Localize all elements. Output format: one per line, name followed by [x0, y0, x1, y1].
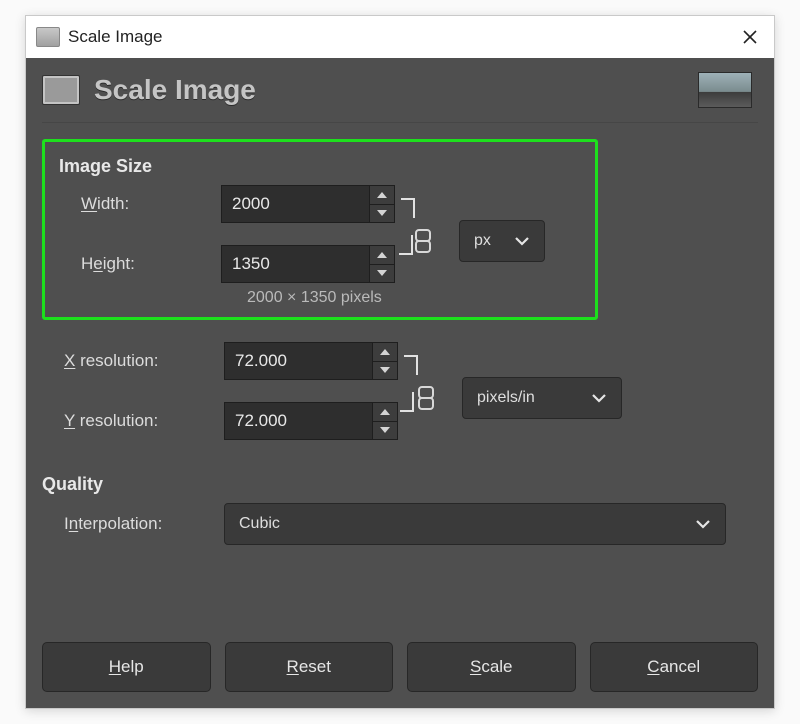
height-value[interactable]: 1350: [222, 246, 369, 282]
y-resolution-label: Y resolution:: [42, 411, 224, 431]
help-button[interactable]: Help: [42, 642, 211, 692]
cancel-button[interactable]: Cancel: [590, 642, 759, 692]
xres-decrement-button[interactable]: [373, 362, 397, 380]
scale-image-dialog: Scale Image Scale Image Image: [25, 15, 775, 709]
chevron-down-icon: [695, 519, 711, 529]
width-decrement-button[interactable]: [370, 205, 394, 223]
size-unit-dropdown[interactable]: px: [459, 220, 545, 262]
dialog-title: Scale Image: [94, 74, 256, 106]
height-label: Height:: [59, 254, 221, 274]
interpolation-label: Interpolation:: [42, 514, 224, 534]
dialog-header: Scale Image: [42, 58, 758, 123]
chain-link-icon: [414, 228, 432, 254]
width-input[interactable]: 2000: [221, 185, 395, 223]
xres-increment-button[interactable]: [373, 343, 397, 362]
width-label: Width:: [59, 194, 221, 214]
y-resolution-value[interactable]: 72.000: [225, 403, 372, 439]
dialog-actions: Help Reset Scale Cancel: [42, 628, 758, 692]
x-resolution-label: X resolution:: [42, 351, 224, 371]
yres-decrement-button[interactable]: [373, 422, 397, 440]
window-titlebar: Scale Image: [26, 16, 774, 58]
size-unit-value: px: [474, 232, 502, 250]
reset-button[interactable]: Reset: [225, 642, 394, 692]
chevron-down-icon: [514, 236, 530, 246]
height-decrement-button[interactable]: [370, 265, 394, 283]
interpolation-value: Cubic: [239, 515, 683, 533]
close-icon: [742, 29, 758, 45]
y-resolution-input[interactable]: 72.000: [224, 402, 398, 440]
scale-button[interactable]: Scale: [407, 642, 576, 692]
res-link-bracket-top: [404, 355, 418, 375]
pixel-summary: 2000 × 1350 pixels: [59, 289, 545, 307]
interpolation-dropdown[interactable]: Cubic: [224, 503, 726, 545]
link-bracket-bottom: [399, 235, 413, 255]
chain-link-icon: [417, 385, 435, 411]
scale-image-icon: [42, 75, 80, 105]
x-resolution-value[interactable]: 72.000: [225, 343, 372, 379]
x-resolution-input[interactable]: 72.000: [224, 342, 398, 380]
height-input[interactable]: 1350: [221, 245, 395, 283]
resolution-unit-value: pixels/in: [477, 389, 579, 407]
app-icon: [36, 27, 60, 47]
resolution-lock-button[interactable]: [412, 380, 440, 416]
quality-heading: Quality: [42, 474, 758, 495]
width-value[interactable]: 2000: [222, 186, 369, 222]
height-increment-button[interactable]: [370, 246, 394, 265]
image-size-heading: Image Size: [59, 156, 545, 177]
width-increment-button[interactable]: [370, 186, 394, 205]
res-link-bracket-bottom: [400, 392, 414, 412]
image-thumbnail[interactable]: [698, 72, 752, 108]
window-title: Scale Image: [68, 27, 163, 47]
image-size-highlight: Image Size Width: 2000: [42, 139, 598, 320]
link-bracket-top: [401, 198, 415, 218]
yres-increment-button[interactable]: [373, 403, 397, 422]
chevron-down-icon: [591, 393, 607, 403]
window-close-button[interactable]: [726, 16, 774, 58]
resolution-unit-dropdown[interactable]: pixels/in: [462, 377, 622, 419]
aspect-lock-button[interactable]: [409, 223, 437, 259]
